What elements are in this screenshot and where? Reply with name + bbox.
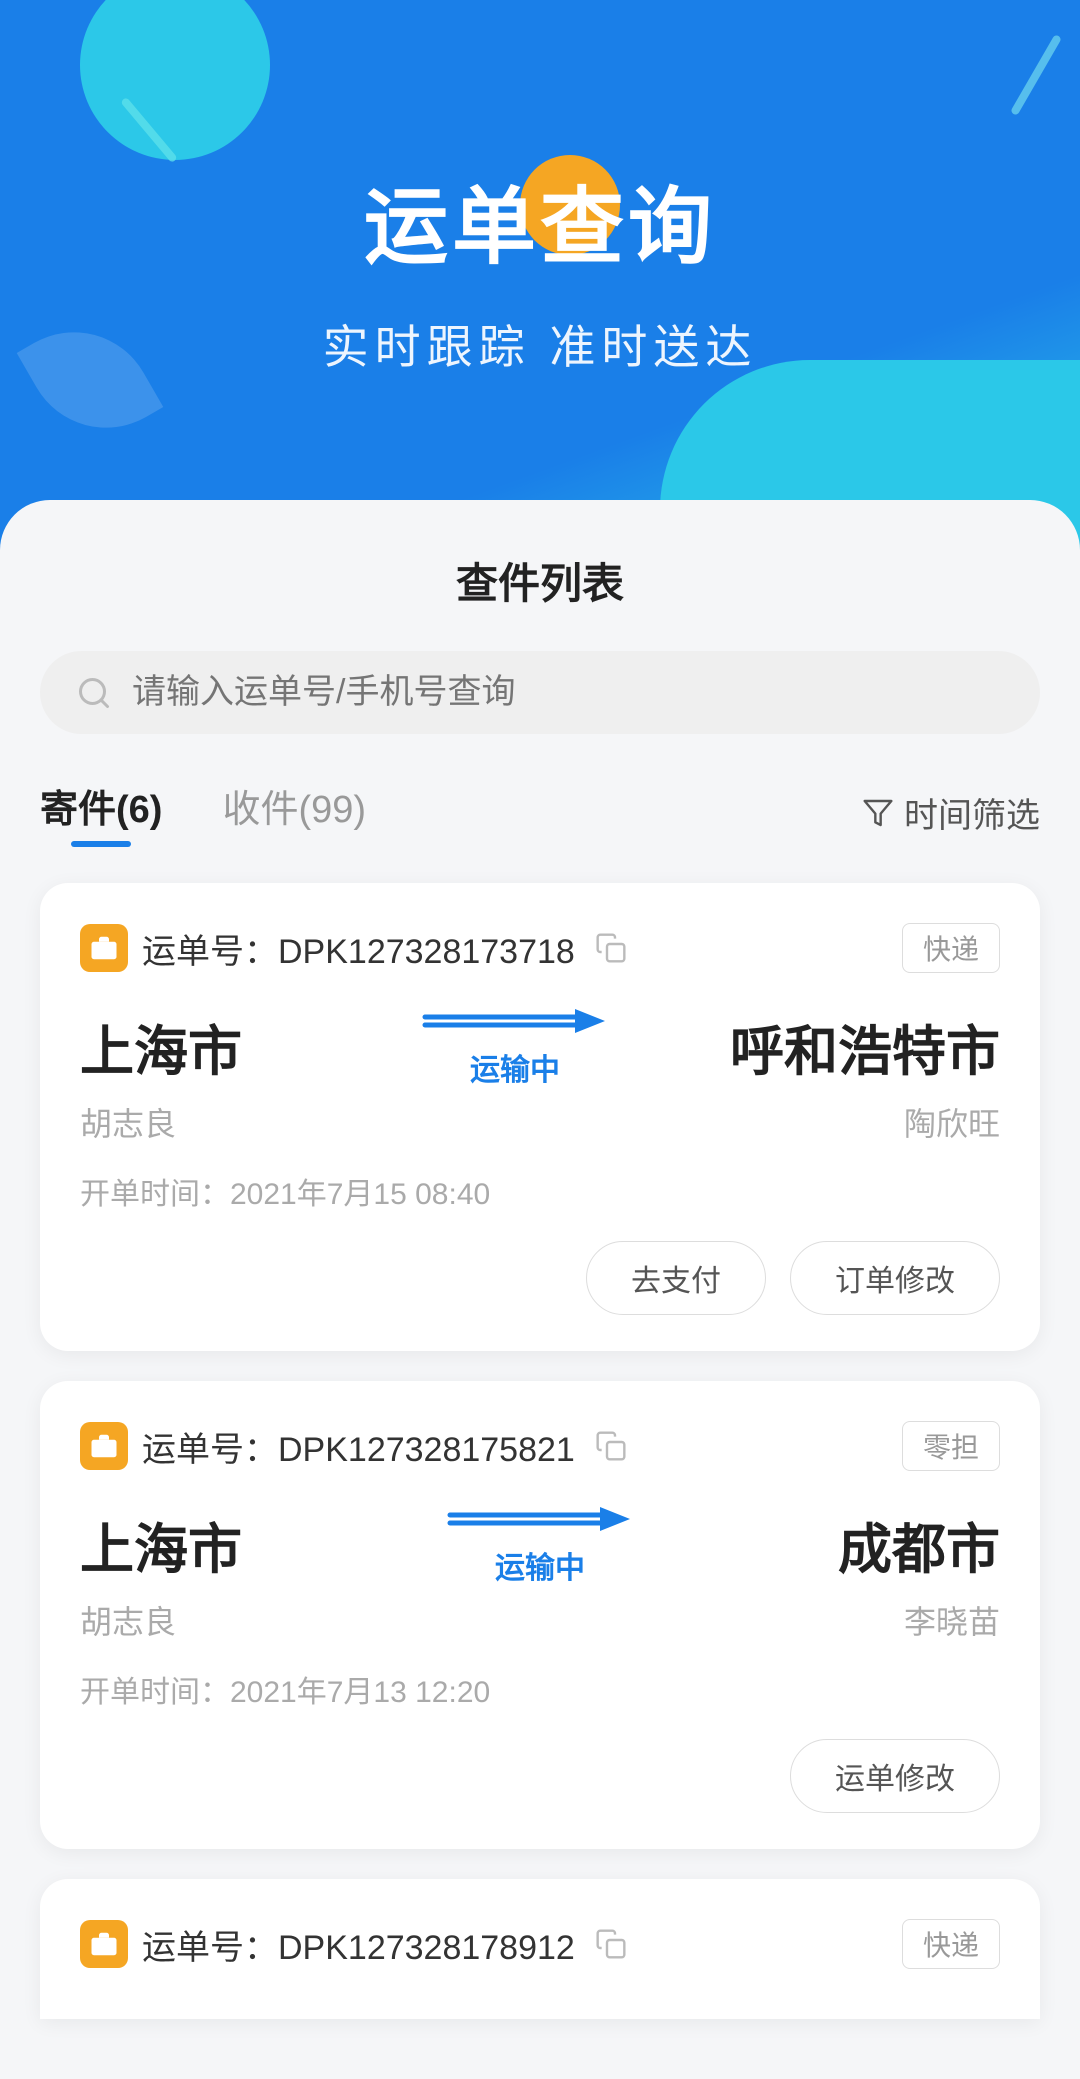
copy-icon-3[interactable] [595, 1928, 627, 1960]
waybill-card-1: 运单号：DPK127328173718 快递 上海市 运输中 呼和浩特市 [40, 883, 1040, 1351]
waybill-header-1: 运单号：DPK127328173718 快递 [80, 923, 1000, 973]
waybill-header-left-3: 运单号：DPK127328178912 [80, 1920, 627, 1969]
route-row-1: 上海市 运输中 呼和浩特市 [80, 1003, 1000, 1089]
route-status-1: 运输中 [470, 1045, 560, 1089]
to-city-1: 呼和浩特市 [730, 1007, 1000, 1086]
waybill-badge-2: 零担 [902, 1421, 1000, 1471]
pay-button-1[interactable]: 去支付 [586, 1241, 766, 1315]
tab-send[interactable]: 寄件(6) [40, 778, 162, 847]
waybill-badge-1: 快递 [902, 923, 1000, 973]
waybill-icon-3 [80, 1920, 128, 1968]
hero-section: 运单查询 实时跟踪 准时送达 [0, 0, 1080, 560]
route-arrow-1: 运输中 [415, 1003, 615, 1089]
waybill-time-2: 开单时间：2021年7月13 12:20 [80, 1667, 1000, 1711]
search-bar[interactable] [40, 651, 1040, 734]
waybill-header-left-1: 运单号：DPK127328173718 [80, 924, 627, 973]
route-names-1: 胡志良 陶欣旺 [80, 1099, 1000, 1145]
arrow-svg-1 [415, 1003, 615, 1039]
hero-title: 运单查询 [364, 160, 716, 281]
to-name-2: 李晓苗 [780, 1597, 1000, 1643]
route-status-2: 运输中 [495, 1543, 585, 1587]
waybill-header-3: 运单号：DPK127328178912 快递 [80, 1919, 1000, 1969]
search-input[interactable] [132, 673, 1004, 712]
waybill-no-3: 运单号：DPK127328178912 [142, 1920, 575, 1969]
time-filter-label: 时间筛选 [904, 788, 1040, 837]
from-city-1: 上海市 [80, 1007, 300, 1086]
waybill-icon-2 [80, 1422, 128, 1470]
modify-order-button-1[interactable]: 订单修改 [790, 1241, 1000, 1315]
route-names-2: 胡志良 李晓苗 [80, 1597, 1000, 1643]
to-city-2: 成都市 [780, 1505, 1000, 1584]
from-name-2: 胡志良 [80, 1597, 300, 1643]
modify-waybill-button-2[interactable]: 运单修改 [790, 1739, 1000, 1813]
from-name-1: 胡志良 [80, 1099, 300, 1145]
waybill-header-left-2: 运单号：DPK127328175821 [80, 1422, 627, 1471]
waybill-time-1: 开单时间：2021年7月15 08:40 [80, 1169, 1000, 1213]
to-name-1: 陶欣旺 [780, 1099, 1000, 1145]
search-icon [76, 675, 112, 711]
hero-content: 运单查询 实时跟踪 准时送达 [0, 0, 1080, 377]
copy-icon-2[interactable] [595, 1430, 627, 1462]
waybill-actions-2: 运单修改 [80, 1739, 1000, 1813]
waybill-header-2: 运单号：DPK127328175821 零担 [80, 1421, 1000, 1471]
waybill-no-1: 运单号：DPK127328173718 [142, 924, 575, 973]
waybill-actions-1: 去支付 订单修改 [80, 1241, 1000, 1315]
card-title: 查件列表 [40, 550, 1040, 611]
waybill-badge-3: 快递 [902, 1919, 1000, 1969]
hero-subtitle: 实时跟踪 准时送达 [323, 311, 758, 377]
tabs-bar: 寄件(6) 收件(99) 时间筛选 [40, 778, 1040, 847]
main-card: 查件列表 寄件(6) 收件(99) 时间筛选 运单号 [0, 500, 1080, 2079]
waybill-no-2: 运单号：DPK127328175821 [142, 1422, 575, 1471]
from-city-2: 上海市 [80, 1505, 300, 1584]
route-arrow-2: 运输中 [440, 1501, 640, 1587]
tab-receive[interactable]: 收件(99) [222, 778, 366, 847]
waybill-icon-1 [80, 924, 128, 972]
time-filter-button[interactable]: 时间筛选 [862, 788, 1040, 837]
waybill-card-2: 运单号：DPK127328175821 零担 上海市 运输中 成都市 [40, 1381, 1040, 1849]
copy-icon-1[interactable] [595, 932, 627, 964]
arrow-svg-2 [440, 1501, 640, 1537]
filter-icon [862, 797, 894, 829]
route-row-2: 上海市 运输中 成都市 [80, 1501, 1000, 1587]
waybill-card-3: 运单号：DPK127328178912 快递 [40, 1879, 1040, 2019]
